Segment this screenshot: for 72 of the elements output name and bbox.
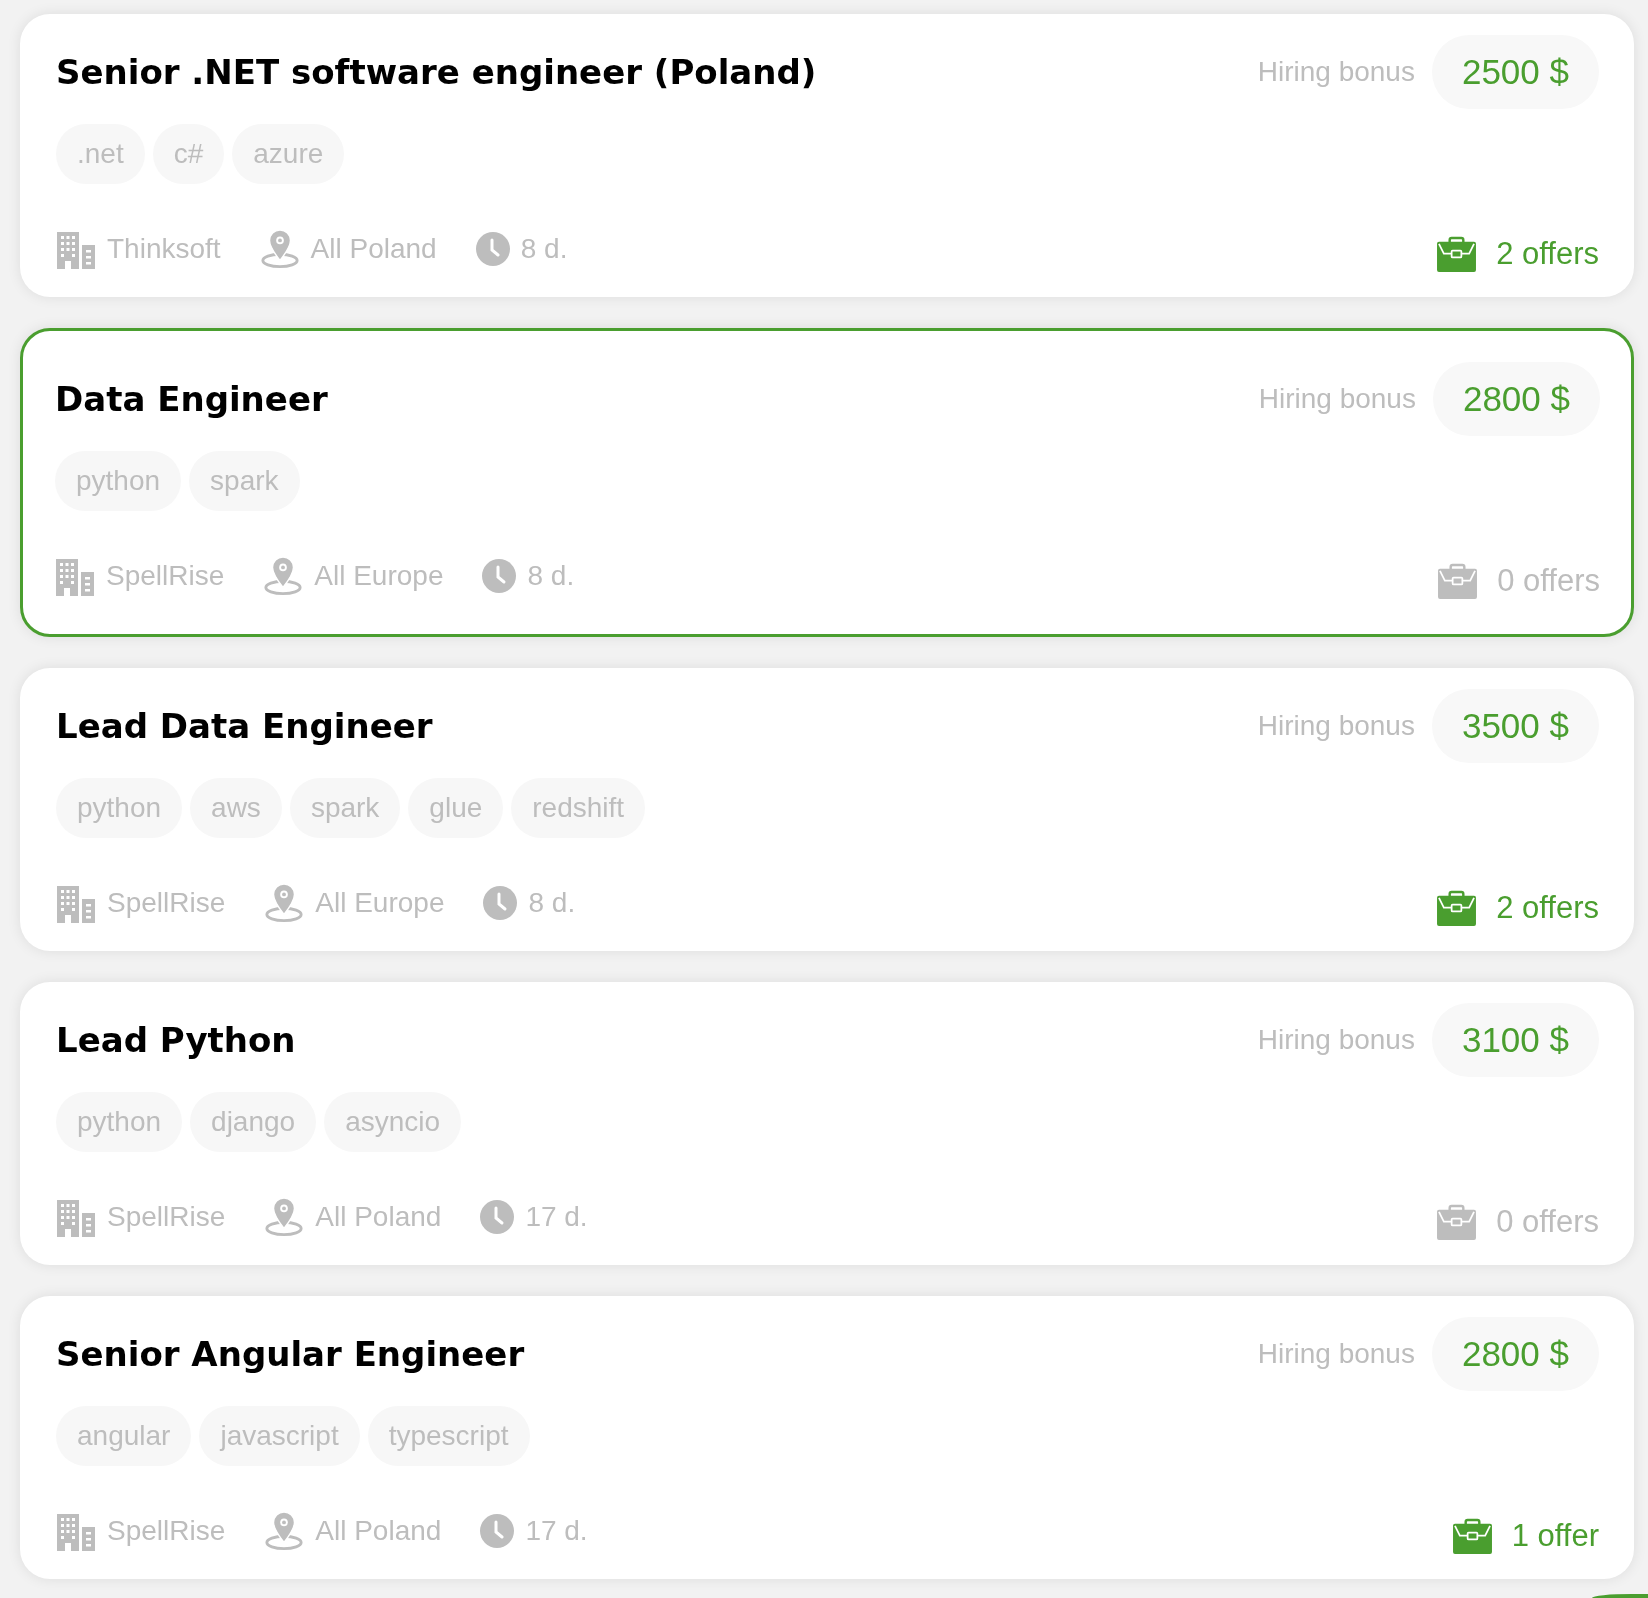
offers-count: 1 offer: [1511, 1518, 1599, 1554]
clock-icon: [483, 886, 518, 920]
map-pin-icon: [264, 1197, 305, 1237]
skill-tag: azure: [232, 124, 345, 184]
skill-tag: .net: [56, 124, 145, 184]
skill-tag: angular: [56, 1406, 192, 1466]
location-text: All Europe: [314, 560, 444, 592]
skill-tag: glue: [408, 778, 504, 838]
skill-tag: python: [56, 778, 183, 838]
bonus-amount: 3500 $: [1431, 689, 1599, 763]
skill-tag: spark: [189, 451, 300, 511]
job-title: Lead Data Engineer: [56, 706, 434, 746]
bonus-amount: 2500 $: [1431, 35, 1599, 109]
bonus-amount: 2800 $: [1431, 1317, 1599, 1391]
skill-tag: asyncio: [324, 1092, 462, 1152]
bonus-amount: 3100 $: [1431, 1003, 1599, 1077]
bonus-amount: 2800 $: [1432, 362, 1600, 436]
bonus-label: Hiring bonus: [1257, 56, 1415, 88]
job-title: Senior .NET software engineer (Poland): [56, 52, 818, 92]
job-title: Lead Python: [56, 1020, 297, 1060]
location-text: All Poland: [315, 1515, 442, 1547]
bonus-label: Hiring bonus: [1257, 1338, 1415, 1370]
bonus-label: Hiring bonus: [1257, 710, 1415, 742]
skill-tag: redshift: [511, 778, 646, 838]
job-title: Senior Angular Engineer: [56, 1334, 526, 1374]
location-text: All Europe: [315, 887, 445, 919]
posted-age: 8 d.: [528, 887, 576, 919]
skill-tag: python: [55, 451, 182, 511]
map-pin-icon: [264, 1511, 305, 1551]
job-card[interactable]: Senior .NET software engineer (Poland) Hiring bonus 2500 $ .net c# azure Thinksoft All Poland 8 d. 2 offers: [20, 14, 1634, 297]
job-card[interactable]: Data Engineer Hiring bonus 2800 $ python spark SpellRise All Europe 8 d. 0 offers: [20, 328, 1634, 637]
offers-count: 2 offers: [1496, 890, 1599, 926]
map-pin-icon: [259, 229, 300, 269]
posted-age: 17 d.: [525, 1515, 588, 1547]
skill-tag: spark: [289, 778, 401, 838]
bonus-label: Hiring bonus: [1257, 1024, 1415, 1056]
skill-tag: aws: [190, 778, 282, 838]
floating-action-button[interactable]: [1592, 1594, 1648, 1598]
clock-icon: [482, 559, 517, 593]
posted-age: 8 d.: [527, 560, 575, 592]
job-card[interactable]: Senior Angular Engineer Hiring bonus 2800 $ angular javascript typescript SpellRise All Poland 17 d. 1 offer: [20, 1296, 1634, 1579]
job-card[interactable]: Lead Data Engineer Hiring bonus 3500 $ python aws spark glue redshift SpellRise All Europe 8 d. 2 offers: [20, 668, 1634, 951]
skill-tag: python: [56, 1092, 183, 1152]
clock-icon: [480, 1200, 515, 1234]
offers-count: 2 offers: [1496, 236, 1599, 272]
offers-count: 0 offers: [1496, 1204, 1599, 1240]
location-text: All Poland: [315, 1201, 442, 1233]
bonus-label: Hiring bonus: [1258, 383, 1416, 415]
offers-count: 0 offers: [1497, 563, 1600, 599]
company-name: Thinksoft: [107, 233, 221, 265]
posted-age: 17 d.: [525, 1201, 588, 1233]
company-name: SpellRise: [106, 560, 225, 592]
location-text: All Poland: [310, 233, 437, 265]
skill-tag: javascript: [199, 1406, 360, 1466]
company-name: SpellRise: [107, 887, 226, 919]
building-icon: [56, 1511, 96, 1551]
building-icon: [55, 556, 95, 596]
clock-icon: [475, 232, 510, 266]
skill-tag: django: [190, 1092, 317, 1152]
job-title: Data Engineer: [55, 379, 329, 419]
skill-tag: typescript: [367, 1406, 530, 1466]
clock-icon: [480, 1514, 515, 1548]
skill-tag: c#: [152, 124, 225, 184]
building-icon: [56, 883, 96, 923]
building-icon: [56, 229, 96, 269]
company-name: SpellRise: [107, 1515, 226, 1547]
posted-age: 8 d.: [520, 233, 568, 265]
company-name: SpellRise: [107, 1201, 226, 1233]
map-pin-icon: [264, 883, 305, 923]
job-card[interactable]: Lead Python Hiring bonus 3100 $ python django asyncio SpellRise All Poland 17 d. 0 offers: [20, 982, 1634, 1265]
map-pin-icon: [263, 556, 304, 596]
building-icon: [56, 1197, 96, 1237]
